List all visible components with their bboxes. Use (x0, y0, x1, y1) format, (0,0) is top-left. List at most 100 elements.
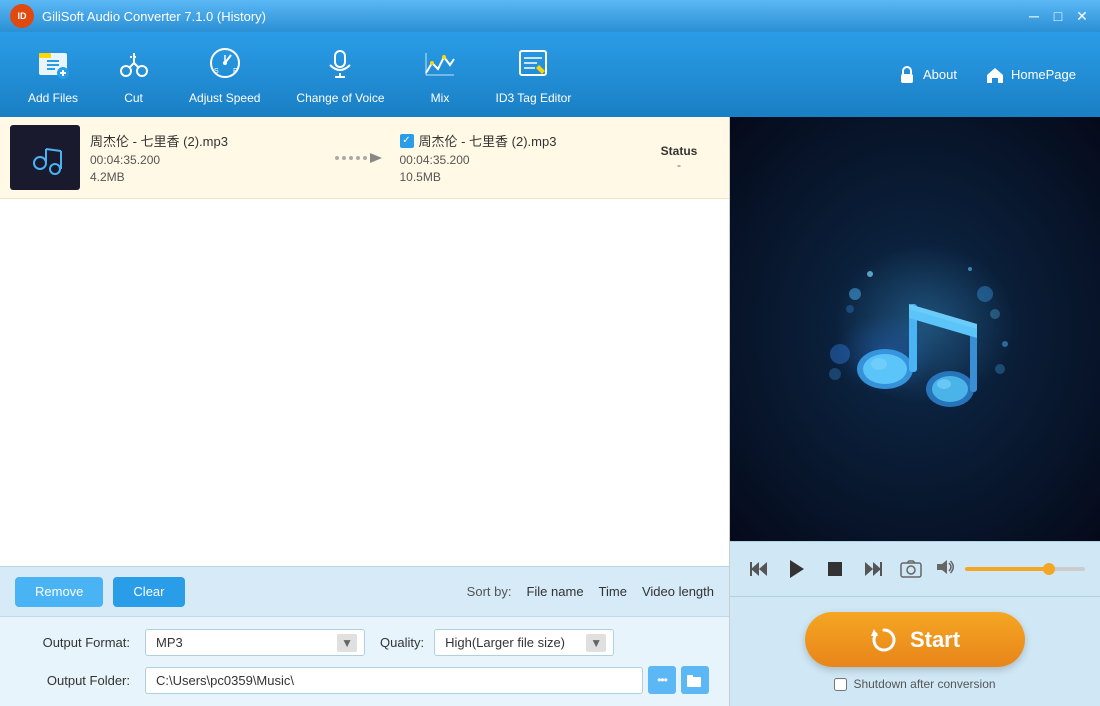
home-icon (985, 65, 1005, 85)
right-panel: Start Shutdown after conversion (730, 117, 1100, 706)
folder-row: Output Folder: ••• (20, 666, 709, 694)
homepage-label: HomePage (1011, 67, 1076, 82)
add-files-label: Add Files (28, 91, 78, 105)
convert-arrow (330, 148, 390, 168)
cut-icon (116, 45, 152, 86)
quality-group: Quality: High(Larger file size) Medium L… (380, 629, 614, 656)
add-files-icon (35, 45, 71, 86)
main-area: 周杰伦 - 七里香 (2).mp3 00:04:35.200 4.2MB (0, 117, 1100, 706)
sort-by-label: Sort by: (467, 584, 512, 599)
left-panel: 周杰伦 - 七里香 (2).mp3 00:04:35.200 4.2MB (0, 117, 730, 706)
titlebar: ID GiliSoft Audio Converter 7.1.0 (Histo… (0, 0, 1100, 32)
quality-dropdown[interactable]: High(Larger file size) Medium Low (434, 629, 614, 656)
mix-icon (422, 45, 458, 86)
source-size: 4.2MB (90, 170, 320, 184)
about-button[interactable]: About (883, 59, 971, 91)
skip-forward-button[interactable] (859, 555, 887, 583)
mix-label: Mix (431, 91, 450, 105)
speaker-icon (935, 558, 955, 576)
stop-button[interactable] (821, 555, 849, 583)
sort-area: Sort by: File name Time Video length (467, 584, 714, 599)
volume-slider[interactable] (965, 567, 1085, 571)
toolbar-mix[interactable]: Mix (403, 37, 478, 113)
output-file-info: 周杰伦 - 七里香 (2).mp3 00:04:35.200 10.5MB (400, 131, 630, 184)
toolbar-id3-tag-editor[interactable]: ID3 Tag Editor (478, 37, 590, 113)
play-button[interactable] (783, 555, 811, 583)
remove-button[interactable]: Remove (15, 577, 103, 607)
clear-button[interactable]: Clear (113, 577, 184, 607)
close-button[interactable]: ✕ (1074, 8, 1090, 24)
format-select-wrapper: MP3 WAV AAC FLAC OGG ▼ (145, 629, 365, 656)
app-title: GiliSoft Audio Converter 7.1.0 (History) (42, 9, 266, 24)
play-icon (788, 559, 806, 579)
svg-text:S: S (214, 68, 219, 75)
toolbar: Add Files Cut S F Adjust S (0, 32, 1100, 117)
arrow-icon (332, 148, 387, 168)
status-value: - (639, 158, 719, 172)
skip-back-icon (749, 560, 769, 578)
window-controls: ─ □ ✕ (1026, 8, 1090, 24)
change-of-voice-label: Change of Voice (296, 91, 384, 105)
open-folder-icon (687, 673, 703, 687)
toolbar-cut[interactable]: Cut (96, 37, 171, 113)
format-dropdown[interactable]: MP3 WAV AAC FLAC OGG (145, 629, 365, 656)
adjust-speed-label: Adjust Speed (189, 91, 260, 105)
sort-by-video-length[interactable]: Video length (642, 584, 714, 599)
player-controls (730, 541, 1100, 596)
browse-dots-icon: ••• (657, 673, 667, 687)
change-of-voice-icon (322, 45, 358, 86)
toolbar-right-buttons: About HomePage (883, 59, 1090, 91)
format-row: Output Format: MP3 WAV AAC FLAC OGG ▼ Qu… (20, 629, 709, 656)
music-preview-visual (795, 214, 1035, 444)
toolbar-change-of-voice[interactable]: Change of Voice (278, 37, 402, 113)
skip-back-button[interactable] (745, 555, 773, 583)
music-thumb-icon (20, 133, 70, 183)
cut-label: Cut (124, 91, 143, 105)
source-file-info: 周杰伦 - 七里香 (2).mp3 00:04:35.200 4.2MB (90, 131, 320, 184)
preview-area (730, 117, 1100, 541)
id3-tag-editor-icon (515, 45, 551, 86)
folder-input[interactable] (145, 667, 643, 694)
about-label: About (923, 67, 957, 82)
toolbar-adjust-speed[interactable]: S F Adjust Speed (171, 37, 278, 113)
volume-icon (935, 558, 955, 581)
adjust-speed-icon: S F (207, 45, 243, 86)
lock-icon (897, 65, 917, 85)
output-file-name: 周杰伦 - 七里香 (2).mp3 (419, 131, 557, 150)
app-logo: ID (10, 4, 34, 28)
shutdown-label: Shutdown after conversion (853, 677, 995, 691)
folder-browse-button[interactable]: ••• (648, 666, 676, 694)
shutdown-row: Shutdown after conversion (834, 677, 995, 691)
source-file-name: 周杰伦 - 七里香 (2).mp3 (90, 131, 320, 150)
format-label: Output Format: (20, 635, 130, 650)
folder-open-button[interactable] (681, 666, 709, 694)
right-bottom-panel: Start Shutdown after conversion (730, 596, 1100, 706)
screenshot-button[interactable] (897, 555, 925, 583)
homepage-button[interactable]: HomePage (971, 59, 1090, 91)
folder-input-row: ••• (145, 666, 709, 694)
start-button[interactable]: Start (805, 612, 1025, 667)
file-thumbnail (10, 125, 80, 190)
output-size: 10.5MB (400, 170, 630, 184)
toolbar-add-files[interactable]: Add Files (10, 37, 96, 113)
source-duration: 00:04:35.200 (90, 153, 320, 167)
bottom-action-bar: Remove Clear Sort by: File name Time Vid… (0, 566, 729, 616)
screenshot-icon (900, 560, 922, 578)
table-row: 周杰伦 - 七里香 (2).mp3 00:04:35.200 4.2MB (0, 117, 729, 199)
start-refresh-icon (870, 626, 898, 654)
status-header: Status (639, 144, 719, 158)
file-list: 周杰伦 - 七里香 (2).mp3 00:04:35.200 4.2MB (0, 117, 729, 566)
sort-by-time[interactable]: Time (599, 584, 627, 599)
quality-label: Quality: (380, 635, 424, 650)
quality-select-wrapper: High(Larger file size) Medium Low ▼ (434, 629, 614, 656)
stop-icon (827, 561, 843, 577)
svg-text:F: F (233, 68, 237, 75)
start-label: Start (910, 627, 960, 653)
output-checkbox[interactable] (400, 134, 414, 148)
sort-by-filename[interactable]: File name (526, 584, 583, 599)
maximize-button[interactable]: □ (1050, 8, 1066, 24)
minimize-button[interactable]: ─ (1026, 8, 1042, 24)
id3-tag-editor-label: ID3 Tag Editor (496, 91, 572, 105)
folder-label: Output Folder: (20, 673, 130, 688)
shutdown-checkbox[interactable] (834, 678, 847, 691)
